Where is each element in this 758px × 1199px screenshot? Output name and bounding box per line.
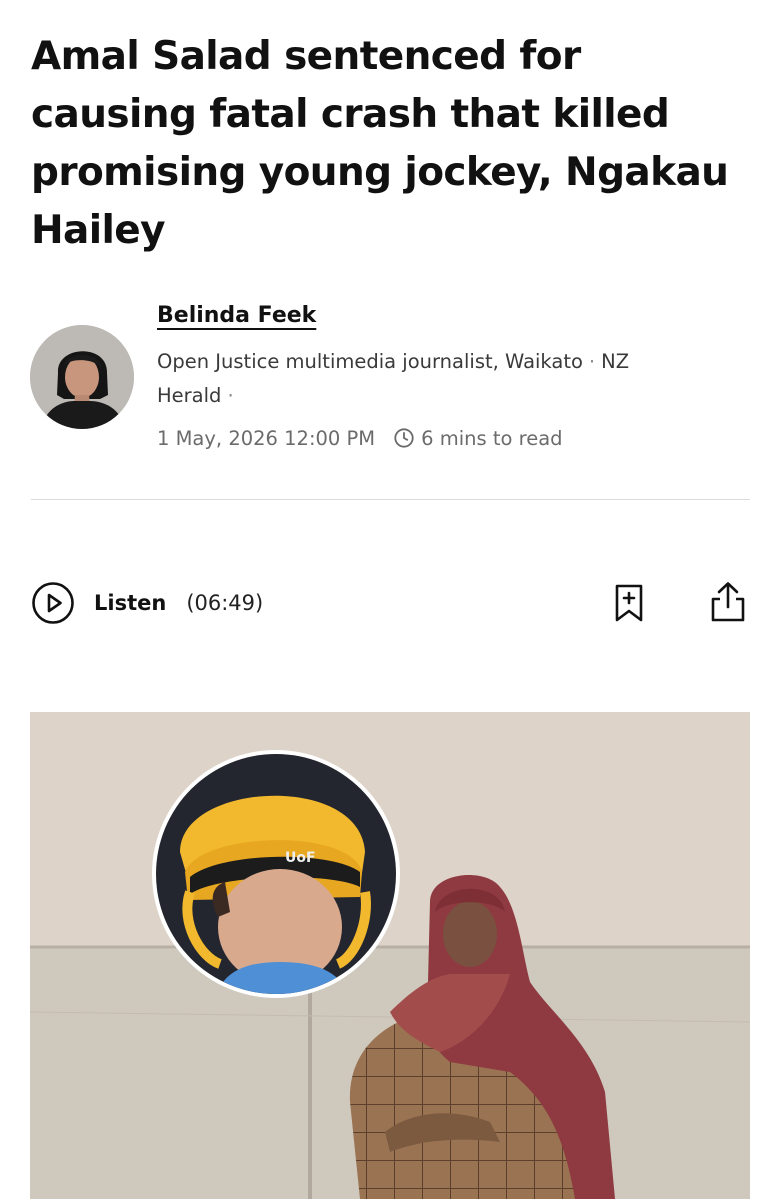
clock-icon — [394, 428, 414, 448]
author-name-link[interactable]: Belinda Feek — [157, 303, 316, 328]
author-avatar[interactable] — [30, 325, 134, 429]
share-icon[interactable] — [707, 580, 749, 624]
separator-dot: · — [588, 350, 596, 373]
publish-date: 1 May, 2026 12:00 PM — [157, 426, 376, 450]
read-time: 6 mins to read — [421, 426, 563, 450]
bookmark-button[interactable] — [611, 583, 647, 623]
article-meta: 1 May, 2026 12:00 PM 6 mins to read — [157, 424, 563, 452]
play-icon[interactable] — [31, 581, 75, 625]
author-role: Open Justice multimedia journalist, Waik… — [157, 345, 717, 413]
listen-button[interactable]: Listen (06:49) — [31, 581, 263, 625]
hero-image[interactable]: UoF — [30, 712, 750, 1199]
author-photo — [30, 325, 134, 429]
bookmark-add-icon[interactable] — [611, 583, 647, 623]
listen-label[interactable]: Listen — [94, 591, 166, 615]
section-divider — [31, 499, 750, 500]
hero-photo: UoF — [30, 712, 750, 1199]
article-headline: Amal Salad sentenced for causing fatal c… — [31, 34, 729, 253]
helmet-badge-text: UoF — [285, 850, 316, 866]
separator-dot: · — [227, 384, 234, 407]
listen-duration: (06:49) — [186, 591, 264, 615]
author-role-text: Open Justice multimedia journalist, Waik… — [157, 350, 583, 373]
share-button[interactable] — [707, 580, 749, 624]
